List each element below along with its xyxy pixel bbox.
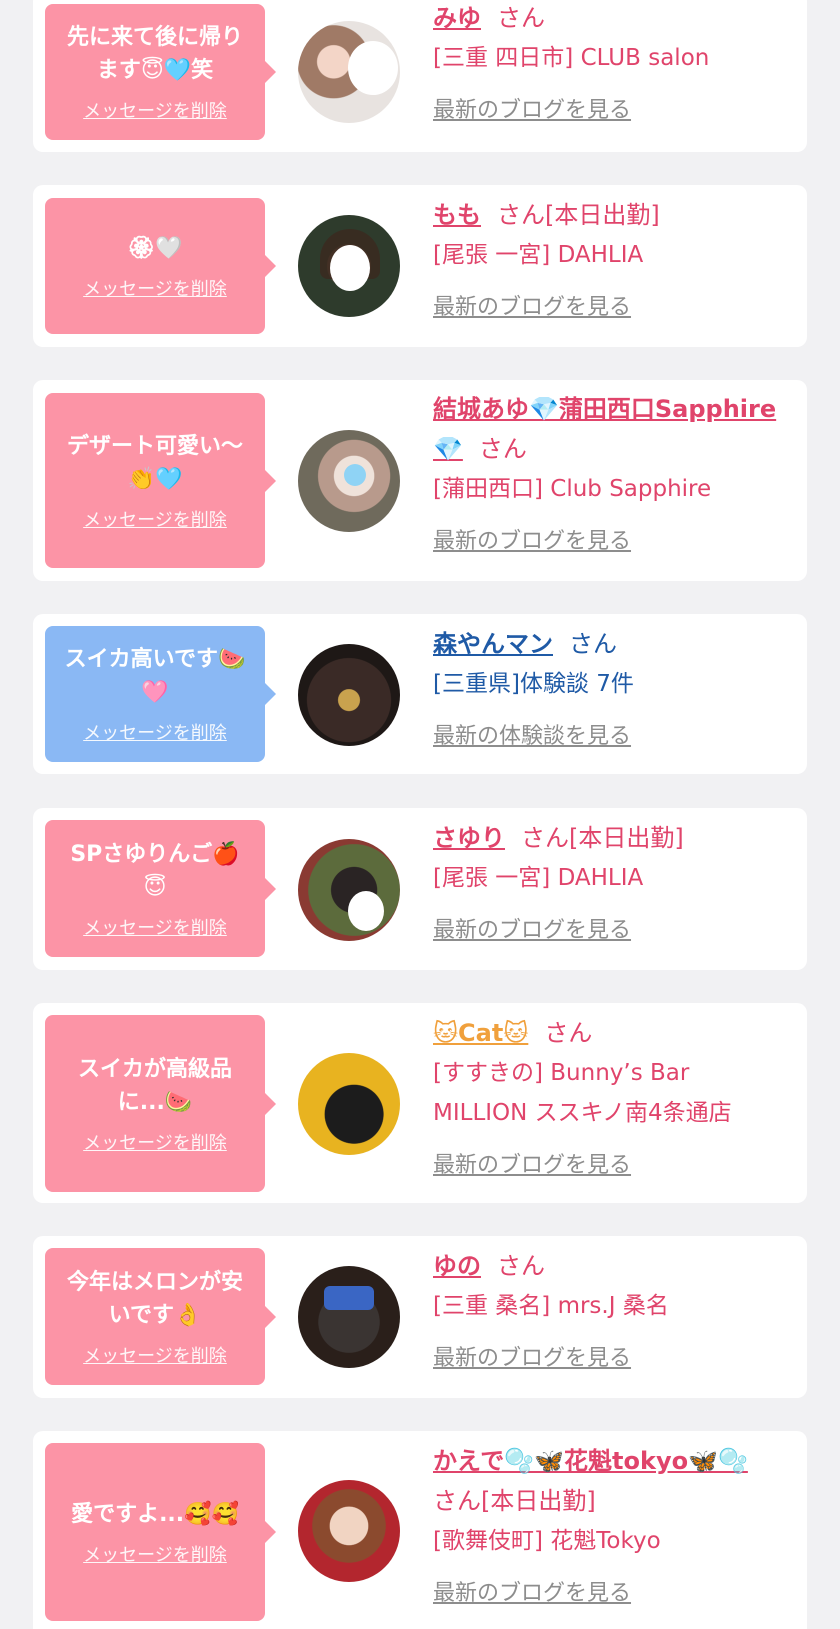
delete-message-link[interactable]: メッセージを削除 (83, 719, 227, 745)
profile-info: かえで🫧🦋花魁tokyo🦋🫧 さん[本日出勤] [歌舞伎町] 花魁Tokyo 最… (433, 1441, 783, 1607)
message-card: SPさゆりんご🍎 😇 メッセージを削除 さゆり さん[本日出勤] [尾張 一宮] … (33, 808, 807, 970)
profile-info: 結城あゆ💎蒲田西口Sapphire💎 さん [蒲田西口] Club Sapphir… (433, 389, 783, 555)
profile-info: さゆり さん[本日出勤] [尾張 一宮] DAHLIA 最新のブログを見る (433, 818, 783, 944)
latest-blog-link[interactable]: 最新のブログを見る (433, 1340, 631, 1372)
name-line: さん[本日出勤] (433, 1481, 783, 1521)
name-line: 🐱Cat🐱 さん (433, 1013, 783, 1053)
delete-message-link[interactable]: メッセージを削除 (83, 97, 227, 123)
name-line: ゆの さん (433, 1246, 783, 1286)
profile-name-link[interactable]: 森やんマン (433, 630, 553, 658)
avatar[interactable] (298, 1266, 400, 1368)
latest-blog-link[interactable]: 最新のブログを見る (433, 912, 631, 944)
message-bubble: SPさゆりんご🍎 😇 メッセージを削除 (45, 820, 276, 957)
delete-message-link[interactable]: メッセージを削除 (83, 1129, 227, 1155)
honorific: さん (569, 630, 617, 658)
latest-experience-link[interactable]: 最新の体験談を見る (433, 718, 631, 750)
name-line: 森やんマン さん (433, 624, 783, 664)
message-card: 今年はメロンが安 いです👌 メッセージを削除 ゆの さん [三重 桑名] mrs.… (33, 1236, 807, 1398)
message-text: スイカ高いです🍉 🩷 (64, 647, 246, 705)
message-bubble: デザート可愛い〜 👏🩵 メッセージを削除 (45, 393, 276, 568)
message-card: デザート可愛い〜 👏🩵 メッセージを削除 結城あゆ💎蒲田西口Sapphire💎 さ… (33, 380, 807, 581)
honorific: さん[本日出勤] (497, 201, 660, 229)
latest-blog-link[interactable]: 最新のブログを見る (433, 1147, 631, 1179)
profile-name-link[interactable]: さゆり (433, 824, 505, 852)
delete-message-link[interactable]: メッセージを削除 (83, 1541, 227, 1567)
message-text: 🏵🤍 (127, 235, 183, 261)
profile-info: 🐱Cat🐱 さん [すすきの] Bunny’s Bar MILLION ススキノ南… (433, 1013, 783, 1179)
message-bubble: 愛ですよ...🥰🥰 メッセージを削除 (45, 1443, 276, 1621)
profile-name-link[interactable]: ゆの (433, 1252, 481, 1280)
delete-message-link[interactable]: メッセージを削除 (83, 1342, 227, 1368)
latest-blog-link[interactable]: 最新のブログを見る (433, 1575, 631, 1607)
avatar[interactable] (298, 644, 400, 746)
delete-message-link[interactable]: メッセージを削除 (83, 275, 227, 301)
message-text: デザート可愛い〜 👏🩵 (66, 433, 243, 492)
latest-blog-link[interactable]: 最新のブログを見る (433, 92, 631, 124)
message-text: 今年はメロンが安 いです👌 (66, 1269, 243, 1328)
name-line: かえで🫧🦋花魁tokyo🦋🫧 (433, 1441, 783, 1481)
message-bubble: 今年はメロンが安 いです👌 メッセージを削除 (45, 1248, 276, 1385)
avatar[interactable] (298, 215, 400, 317)
shop-label: [すすきの] Bunny’s Bar MILLION ススキノ南4条通店 (433, 1060, 732, 1126)
message-text: 先に来て後に帰り ます😇🩵笑 (66, 25, 243, 83)
avatar-face (330, 245, 370, 291)
message-bubble: スイカ高いです🍉 🩷 メッセージを削除 (45, 626, 276, 762)
avatar[interactable] (298, 1480, 400, 1582)
profile-name-link[interactable]: 🐱Cat🐱 (433, 1019, 528, 1047)
honorific: さん (497, 4, 545, 32)
message-card: スイカ高いです🍉 🩷 メッセージを削除 森やんマン さん [三重県]体験談 7件 … (33, 614, 807, 774)
profile-info: もも さん[本日出勤] [尾張 一宮] DAHLIA 最新のブログを見る (433, 195, 783, 321)
avatar[interactable] (298, 1053, 400, 1155)
profile-info: ゆの さん [三重 桑名] mrs.J 桑名 最新のブログを見る (433, 1246, 783, 1372)
message-card: 先に来て後に帰り ます😇🩵笑 メッセージを削除 みゆ さん [三重 四日市] CL… (33, 0, 807, 152)
shop-label: [三重 四日市] CLUB salon (433, 45, 710, 71)
latest-blog-link[interactable]: 最新のブログを見る (433, 523, 631, 555)
shop-label: [尾張 一宮] DAHLIA (433, 865, 644, 891)
avatar[interactable] (298, 839, 400, 941)
avatar[interactable] (298, 430, 400, 532)
message-card: 愛ですよ...🥰🥰 メッセージを削除 かえで🫧🦋花魁tokyo🦋🫧 さん[本日出… (33, 1431, 807, 1629)
profile-name-link[interactable]: かえで🫧🦋花魁tokyo🦋🫧 (433, 1447, 748, 1475)
shop-label: [三重 桑名] mrs.J 桑名 (433, 1293, 669, 1319)
profile-name-link[interactable]: もも (433, 201, 481, 229)
profile-info: 森やんマン さん [三重県]体験談 7件 最新の体験談を見る (433, 624, 783, 750)
message-bubble: 🏵🤍 メッセージを削除 (45, 198, 276, 334)
shop-label: [三重県]体験談 7件 (433, 671, 634, 697)
message-text: 愛ですよ...🥰🥰 (71, 1501, 239, 1527)
honorific: さん (478, 435, 527, 463)
message-bubble: スイカが高級品 に...🍉 メッセージを削除 (45, 1015, 276, 1192)
honorific: さん (497, 1252, 545, 1280)
delete-message-link[interactable]: メッセージを削除 (83, 506, 227, 532)
name-line: もも さん[本日出勤] (433, 195, 783, 235)
name-line: 結城あゆ💎蒲田西口Sapphire💎 さん (433, 389, 783, 469)
message-card: スイカが高級品 に...🍉 メッセージを削除 🐱Cat🐱 さん [すすきの] Bu… (33, 1003, 807, 1203)
avatar[interactable] (298, 21, 400, 123)
name-line: さゆり さん[本日出勤] (433, 818, 783, 858)
avatar-face (324, 1286, 374, 1310)
delete-message-link[interactable]: メッセージを削除 (83, 914, 227, 940)
shop-label: [尾張 一宮] DAHLIA (433, 242, 644, 268)
profile-info: みゆ さん [三重 四日市] CLUB salon 最新のブログを見る (433, 0, 783, 124)
message-text: スイカが高級品 に...🍉 (77, 1056, 232, 1115)
latest-blog-link[interactable]: 最新のブログを見る (433, 289, 631, 321)
message-bubble: 先に来て後に帰り ます😇🩵笑 メッセージを削除 (45, 4, 276, 140)
honorific: さん[本日出勤] (433, 1487, 596, 1515)
shop-label: [歌舞伎町] 花魁Tokyo (433, 1528, 661, 1554)
avatar-face (348, 41, 398, 95)
profile-name-link[interactable]: みゆ (433, 4, 481, 32)
name-line: みゆ さん (433, 0, 783, 38)
honorific: さん[本日出勤] (521, 824, 684, 852)
message-card: 🏵🤍 メッセージを削除 もも さん[本日出勤] [尾張 一宮] DAHLIA 最新… (33, 185, 807, 347)
avatar-face (344, 464, 366, 486)
shop-label: [蒲田西口] Club Sapphire (433, 476, 712, 502)
avatar-face (348, 891, 384, 931)
honorific: さん (544, 1019, 593, 1047)
message-text: SPさゆりんご🍎 😇 (70, 841, 240, 900)
